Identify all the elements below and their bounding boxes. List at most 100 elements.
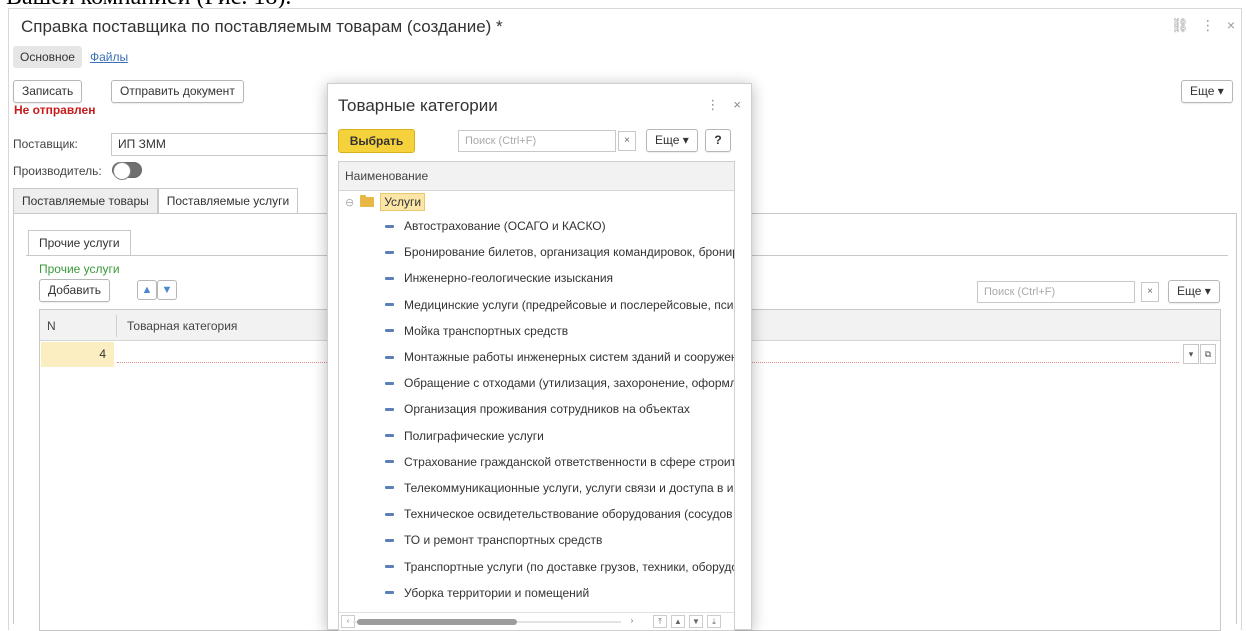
- list-item-label: Организация проживания сотрудников на об…: [404, 402, 690, 417]
- move-down-button[interactable]: ▼: [157, 280, 177, 300]
- list-item[interactable]: Телекоммуникационные услуги, услуги связ…: [339, 475, 734, 501]
- tree-root[interactable]: ⊖ Услуги: [339, 191, 734, 213]
- nav-main[interactable]: Основное: [13, 46, 82, 68]
- element-icon: [385, 224, 394, 228]
- list-item[interactable]: Бронирование билетов, организация команд…: [339, 239, 734, 265]
- element-icon: [385, 591, 394, 595]
- supplier-field[interactable]: ИП ЗММ: [111, 133, 331, 156]
- add-button[interactable]: Добавить: [39, 279, 111, 302]
- save-button[interactable]: Записать: [13, 80, 83, 103]
- list-item-label: Автострахование (ОСАГО и КАСКО): [404, 219, 606, 234]
- form-nav: Основное Файлы: [13, 46, 132, 68]
- search-clear-button[interactable]: ×: [1141, 282, 1159, 302]
- list-item-label: Полиграфические услуги: [404, 428, 544, 443]
- list-item[interactable]: Уборка территории и помещений: [339, 580, 734, 606]
- table-more-button[interactable]: Еще ▾: [1168, 280, 1220, 303]
- producer-label: Производитель:: [13, 164, 102, 178]
- element-icon: [385, 434, 394, 438]
- scroll-right-icon[interactable]: ›: [625, 615, 639, 628]
- send-document-button[interactable]: Отправить документ: [111, 80, 244, 103]
- scroll-thumb[interactable]: [357, 619, 517, 625]
- more-button[interactable]: Еще ▾: [1181, 80, 1233, 103]
- tabs: Поставляемые товары Поставляемые услуги: [13, 188, 299, 214]
- nav-files[interactable]: Файлы: [86, 46, 132, 68]
- dialog-more-button[interactable]: Еще ▾: [646, 129, 698, 152]
- first-page-icon[interactable]: ⤒: [653, 615, 667, 628]
- element-icon: [385, 303, 394, 307]
- form-title: Справка поставщика по поставляемым товар…: [21, 17, 503, 36]
- status-text: Не отправлен: [14, 103, 96, 117]
- element-icon: [385, 538, 394, 542]
- tab-goods[interactable]: Поставляемые товары: [13, 188, 158, 214]
- list-item[interactable]: Техническое освидетельствование оборудов…: [339, 501, 734, 527]
- element-icon: [385, 565, 394, 569]
- dialog-search-input[interactable]: Поиск (Ctrl+F): [458, 130, 616, 152]
- document-caption: Вашей компанией (Рис. 18).: [6, 0, 291, 8]
- column-n: N: [47, 319, 56, 333]
- last-page-icon[interactable]: ⤓: [707, 615, 721, 628]
- list-item[interactable]: Организация проживания сотрудников на об…: [339, 396, 734, 422]
- list-item[interactable]: Монтажные работы инженерных систем здани…: [339, 344, 734, 370]
- close-icon[interactable]: ×: [1227, 17, 1235, 34]
- list-item[interactable]: Страхование гражданской ответственности …: [339, 449, 734, 475]
- tab-services[interactable]: Поставляемые услуги: [157, 188, 299, 214]
- list-item[interactable]: Полиграфические услуги: [339, 423, 734, 449]
- list-item[interactable]: Мойка транспортных средств: [339, 318, 734, 344]
- tree-root-label: Услуги: [380, 193, 426, 211]
- categories-dialog: Товарные категории ⋮ × Выбрать Поиск (Ct…: [327, 83, 752, 631]
- list-item-label: Уборка территории и помещений: [404, 585, 590, 600]
- group-label: Прочие услуги: [39, 262, 120, 276]
- more-icon[interactable]: ⋮: [706, 97, 719, 113]
- list-item[interactable]: ТО и ремонт транспортных средств: [339, 527, 734, 553]
- close-icon[interactable]: ×: [733, 97, 741, 113]
- producer-toggle[interactable]: [112, 162, 142, 180]
- list-item-label: Техническое освидетельствование оборудов…: [404, 507, 733, 522]
- list-item[interactable]: Инженерно-геологические изыскания: [339, 265, 734, 291]
- element-icon: [385, 355, 394, 359]
- window-controls: ⛓ ⋮ ×: [1171, 17, 1235, 34]
- element-icon: [385, 486, 394, 490]
- collapse-icon[interactable]: ⊖: [345, 196, 354, 209]
- list-item-label: ТО и ремонт транспортных средств: [404, 533, 603, 548]
- row-number[interactable]: 4: [41, 342, 114, 367]
- list-item-label: Телекоммуникационные услуги, услуги связ…: [404, 480, 734, 495]
- subtab-other-services[interactable]: Прочие услуги: [28, 230, 131, 256]
- tree-items: Автострахование (ОСАГО и КАСКО) Бронирова…: [339, 213, 734, 606]
- choose-button[interactable]: Выбрать: [338, 129, 415, 153]
- move-up-button[interactable]: ▲: [137, 280, 157, 300]
- supplier-label: Поставщик:: [13, 137, 78, 151]
- link-icon[interactable]: ⛓: [1171, 17, 1189, 34]
- open-icon: ⧉: [1204, 349, 1212, 359]
- document-text-fragment: Вашей компанией (Рис. 18).: [0, 0, 1246, 8]
- dialog-controls: ⋮ ×: [706, 97, 741, 113]
- horizontal-scrollbar[interactable]: ‹ › ⤒ ▲ ▼ ⤓: [339, 612, 734, 630]
- list-item-label: Страхование гражданской ответственности …: [404, 454, 734, 469]
- arrow-down-icon: ▼: [161, 284, 173, 296]
- dialog-title: Товарные категории: [338, 96, 498, 115]
- list-item[interactable]: Автострахование (ОСАГО и КАСКО): [339, 213, 734, 239]
- page-down-icon[interactable]: ▼: [689, 615, 703, 628]
- categories-list: Наименование ⊖ Услуги Автострахование (О…: [338, 161, 735, 631]
- search-input[interactable]: Поиск (Ctrl+F): [977, 281, 1135, 303]
- page-up-icon[interactable]: ▲: [671, 615, 685, 628]
- help-button[interactable]: ?: [705, 129, 731, 152]
- list-item-label: Монтажные работы инженерных систем здани…: [404, 350, 734, 365]
- element-icon: [385, 512, 394, 516]
- arrow-up-icon: ▲: [141, 284, 153, 296]
- element-icon: [385, 460, 394, 464]
- list-item-label: Транспортные услуги (по доставке грузов,…: [404, 559, 734, 574]
- list-item[interactable]: Медицинские услуги (предрейсовые и после…: [339, 292, 734, 318]
- open-button[interactable]: ⧉: [1200, 344, 1216, 364]
- list-item[interactable]: Обращение с отходами (утилизация, захоро…: [339, 370, 734, 396]
- dropdown-button[interactable]: ▾: [1183, 344, 1199, 364]
- chevron-down-icon: ▾: [1188, 349, 1194, 359]
- folder-icon: [360, 195, 375, 207]
- list-item-label: Мойка транспортных средств: [404, 323, 569, 338]
- dialog-search-clear[interactable]: ×: [618, 131, 636, 151]
- list-item[interactable]: Транспортные услуги (по доставке грузов,…: [339, 553, 734, 579]
- more-icon[interactable]: ⋮: [1201, 17, 1215, 34]
- list-item-label: Бронирование билетов, организация команд…: [404, 245, 734, 260]
- list-item-label: Медицинские услуги (предрейсовые и после…: [404, 297, 734, 312]
- column-divider: [116, 315, 117, 337]
- element-icon: [385, 381, 394, 385]
